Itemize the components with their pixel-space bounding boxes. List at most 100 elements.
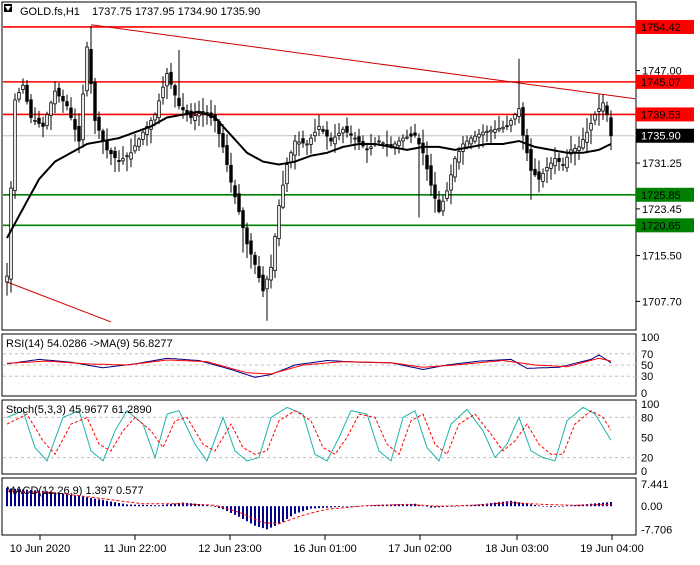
macd-bar	[530, 504, 532, 507]
bull-candle	[457, 150, 461, 163]
macd-bar	[94, 498, 96, 507]
rsi-axis-label: 50	[641, 360, 653, 372]
macd-bar	[90, 497, 92, 507]
macd-bar	[426, 506, 428, 507]
macd-bar	[130, 504, 132, 507]
time-axis-label: 18 Jun 03:00	[485, 543, 549, 555]
bull-candle	[81, 93, 85, 141]
macd-bar	[498, 502, 500, 507]
bear-candle	[537, 171, 541, 180]
bull-candle	[545, 167, 549, 172]
bull-candle	[449, 174, 453, 191]
macd-bar	[162, 504, 164, 507]
macd-bar	[282, 506, 284, 522]
bull-candle	[53, 90, 57, 105]
macd-bar	[138, 504, 140, 507]
bear-candle	[105, 140, 109, 151]
bull-candle	[489, 129, 493, 133]
bear-candle	[249, 240, 253, 255]
bear-candle	[69, 107, 73, 118]
bull-candle	[561, 164, 565, 166]
macd-bar	[158, 505, 160, 507]
bull-candle	[405, 136, 409, 139]
bull-candle	[397, 140, 401, 147]
macd-bar	[154, 505, 156, 507]
bull-candle	[441, 200, 445, 212]
macd-bar	[566, 505, 568, 507]
macd-bar	[562, 506, 564, 507]
bull-candle	[133, 145, 137, 152]
macd-title: MACD(12,26,9) 1.397 0.577	[6, 485, 144, 497]
bear-candle	[413, 132, 417, 136]
price-axis-label: 1723.45	[642, 204, 682, 216]
macd-bar	[266, 506, 268, 530]
bull-candle	[13, 99, 17, 191]
bull-candle	[513, 114, 517, 120]
macd-bar	[494, 502, 496, 507]
symbol-label: GOLD.fs,H1	[20, 6, 80, 18]
stoch-axis-label: 50	[641, 433, 653, 445]
bull-candle	[353, 137, 357, 140]
price-axis-label: 1747.00	[642, 66, 682, 78]
price-level-label: 1739.53	[641, 109, 681, 121]
bull-candle	[477, 133, 481, 138]
macd-bar	[270, 506, 272, 528]
macd-bar	[142, 504, 144, 507]
bull-candle	[17, 92, 21, 100]
bull-candle	[577, 146, 581, 151]
bear-candle	[257, 266, 261, 279]
macd-bar	[134, 504, 136, 507]
macd-bar	[318, 506, 320, 509]
bear-candle	[437, 199, 441, 212]
bull-candle	[509, 120, 513, 126]
bull-candle	[445, 190, 449, 199]
time-axis-label: 17 Jun 02:00	[388, 543, 452, 555]
macd-bar	[306, 506, 308, 510]
bear-candle	[521, 107, 525, 136]
bull-candle	[269, 266, 273, 281]
macd-bar	[126, 504, 128, 507]
bull-candle	[465, 140, 469, 148]
bull-candle	[21, 84, 25, 90]
bear-candle	[349, 133, 353, 136]
trading-chart: 1754.42 1745.07 1739.53 1725.85 1720.65 1747.…	[0, 0, 700, 560]
macd-bar	[86, 497, 88, 507]
macd-bar	[74, 495, 76, 507]
bear-candle	[97, 116, 101, 131]
bear-candle	[417, 138, 421, 145]
bear-candle	[233, 185, 237, 198]
bull-candle	[597, 108, 601, 112]
bear-candle	[177, 97, 181, 107]
macd-bar	[550, 506, 552, 508]
bull-candle	[565, 156, 569, 169]
price-level-label: 1754.42	[641, 22, 681, 34]
rsi-axis-label: 70	[641, 349, 653, 361]
macd-bar	[314, 506, 316, 509]
bear-candle	[329, 137, 333, 142]
bull-candle	[197, 113, 201, 117]
bull-candle	[45, 114, 49, 127]
macd-bar	[122, 503, 124, 507]
bear-candle	[169, 71, 173, 85]
macd-axis-label: 7.441	[641, 479, 669, 491]
bull-candle	[333, 136, 337, 145]
bull-candle	[293, 140, 297, 156]
bull-candle	[541, 172, 545, 182]
macd-bar	[534, 504, 536, 507]
macd-bar	[242, 506, 244, 519]
bull-candle	[517, 108, 521, 117]
bull-candle	[5, 275, 9, 283]
macd-bar	[238, 506, 240, 517]
bear-candle	[533, 168, 537, 176]
bear-candle	[41, 122, 45, 127]
bull-candle	[317, 125, 321, 130]
bear-candle	[345, 125, 349, 133]
price-level-label: 1720.65	[641, 220, 681, 232]
bull-candle	[549, 162, 553, 169]
stoch-axis-label: 0	[641, 466, 647, 478]
macd-bar	[506, 501, 508, 507]
bear-candle	[73, 119, 77, 130]
price-axis-label: 1731.25	[642, 158, 682, 170]
bull-candle	[377, 140, 381, 143]
stoch-axis-label: 80	[641, 412, 653, 424]
